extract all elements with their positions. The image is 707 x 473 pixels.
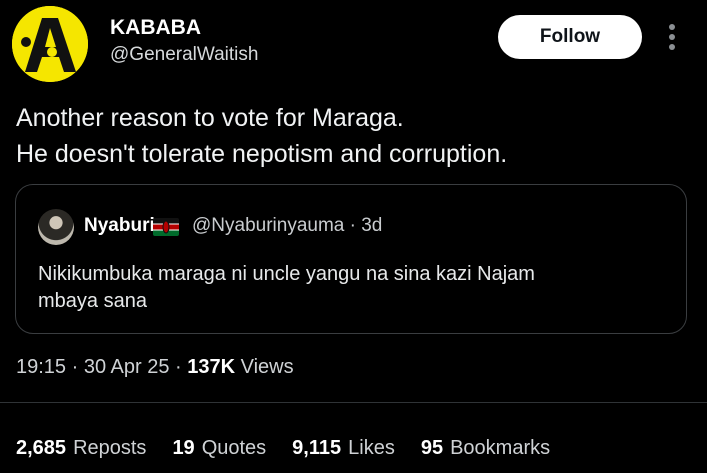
divider [0, 402, 707, 403]
separator: · [169, 356, 188, 378]
tweet-date[interactable]: 30 Apr 25 [84, 356, 170, 378]
engagement-stats: 2,685 Reposts 19 Quotes 9,115 Likes 95 Bookm… [16, 437, 576, 460]
follow-button[interactable]: Follow [498, 15, 642, 59]
tweet-meta: 19:15 · 30 Apr 25 · 137K Views [16, 356, 294, 379]
separator: · [66, 356, 84, 378]
quotes-label: Quotes [201, 437, 267, 459]
more-options-button[interactable] [664, 20, 680, 56]
likes-label: Likes [348, 437, 395, 459]
quoted-avatar[interactable] [38, 209, 74, 245]
bookmarks-stat[interactable]: 95 Bookmarks [421, 437, 550, 460]
quoted-author-name[interactable]: Nyaburi [84, 215, 155, 237]
author-handle[interactable]: @GeneralWaitish [110, 44, 258, 66]
logo-a-icon [12, 6, 88, 82]
vertical-ellipsis-icon [669, 24, 675, 50]
quotes-stat[interactable]: 19 Quotes [172, 437, 266, 460]
avatar[interactable] [12, 6, 88, 82]
quoted-handle-and-time[interactable]: @Nyaburinyauma · 3d [192, 215, 382, 237]
views-count: 137K [187, 356, 236, 378]
tweet-text: Another reason to vote for Maraga. He do… [16, 104, 508, 168]
reposts-label: Reposts [73, 437, 147, 459]
quoted-tweet[interactable]: Nyaburi @Nyaburinyauma · 3d Nikikumbuka … [15, 184, 687, 334]
tweet-time[interactable]: 19:15 [16, 356, 66, 378]
quotes-count: 19 [172, 437, 195, 459]
bookmarks-label: Bookmarks [450, 437, 551, 459]
quoted-text: Nikikumbuka maraga ni uncle yangu na sin… [38, 263, 535, 312]
bookmarks-count: 95 [420, 437, 444, 459]
author-name[interactable]: KABABA [110, 16, 201, 40]
likes-count: 9,115 [292, 437, 342, 459]
reposts-count: 2,685 [16, 437, 67, 459]
kenya-flag-icon [153, 218, 179, 236]
reposts-stat[interactable]: 2,685 Reposts [16, 437, 146, 460]
views-label: Views [235, 356, 294, 378]
likes-stat[interactable]: 9,115 Likes [292, 437, 395, 460]
